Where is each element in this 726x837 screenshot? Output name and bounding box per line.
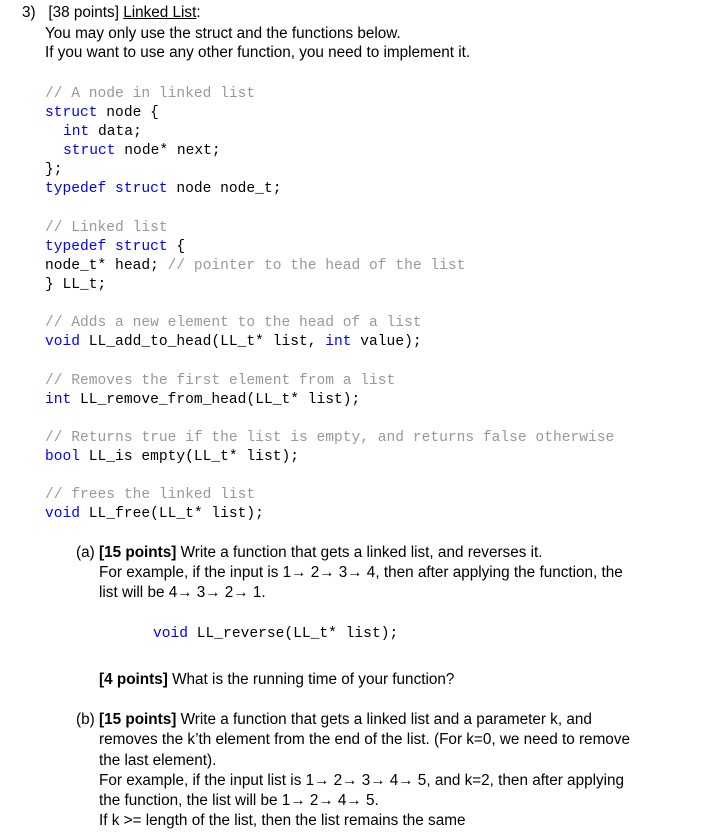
code-comment-empty: // Returns true if the list is empty, an… bbox=[45, 430, 615, 446]
part-b-line-6: If k >= length of the list, then the lis… bbox=[99, 812, 466, 829]
part-a-followup: [4 points] What is the running time of y… bbox=[99, 671, 454, 689]
code-text: { bbox=[167, 239, 186, 255]
code-keyword: struct bbox=[63, 143, 116, 159]
code-text: value); bbox=[351, 334, 422, 350]
code-keyword: typedef struct bbox=[45, 239, 168, 255]
code-text: node node_t; bbox=[167, 181, 282, 197]
question-number: 3) bbox=[22, 4, 36, 21]
question-header: 3) [38 points] Linked List: bbox=[22, 4, 201, 22]
part-a-example-1: For example, if the input is 1→ 2→ 3→ 4,… bbox=[99, 564, 623, 581]
code-comment: // pointer to the head of the list bbox=[167, 258, 466, 274]
part-b-line-1: [15 points] Write a function that gets a… bbox=[99, 711, 592, 729]
code-keyword: int bbox=[45, 392, 72, 408]
code-text: node_t* head; bbox=[45, 258, 168, 274]
code-comment-free: // frees the linked list bbox=[45, 487, 256, 503]
intro-line-1: You may only use the struct and the func… bbox=[45, 25, 401, 42]
code-typedef-ll: typedef struct { bbox=[45, 239, 185, 255]
code-sig-remove: int LL_remove_from_head(LL_t* list); bbox=[45, 392, 360, 408]
intro-line-2: If you want to use any other function, y… bbox=[45, 44, 471, 61]
code-comment-ll: // Linked list bbox=[45, 220, 168, 236]
code-comment-add: // Adds a new element to the head of a l… bbox=[45, 315, 422, 331]
code-ll-close: } LL_t; bbox=[45, 277, 107, 293]
code-typedef-node: typedef struct node node_t; bbox=[45, 181, 281, 197]
code-keyword: void bbox=[153, 626, 189, 642]
part-b-line-3: the last element). bbox=[99, 752, 217, 769]
code-sig-empty: bool LL_is empty(LL_t* list); bbox=[45, 449, 299, 465]
code-sig-add: void LL_add_to_head(LL_t* list, int valu… bbox=[45, 334, 422, 350]
code-keyword: int bbox=[63, 124, 90, 140]
part-b-points: [15 points] bbox=[99, 711, 177, 728]
part-a-text: Write a function that gets a linked list… bbox=[176, 544, 543, 561]
code-text: LL_free(LL_t* list); bbox=[80, 506, 264, 522]
part-a-followup-text: What is the running time of your functio… bbox=[167, 671, 455, 688]
code-keyword: int bbox=[325, 334, 352, 350]
part-a-followup-points: [4 points] bbox=[99, 671, 168, 688]
code-keyword: typedef struct bbox=[45, 181, 168, 197]
part-a-signature: void LL_reverse(LL_t* list); bbox=[153, 626, 398, 642]
part-b-line-2: removes the k’th element from the end of… bbox=[99, 731, 630, 748]
code-text: data; bbox=[89, 124, 142, 140]
code-head-field: node_t* head; // pointer to the head of … bbox=[45, 258, 465, 274]
question-title: Linked List bbox=[123, 4, 197, 21]
code-comment-remove: // Removes the first element from a list bbox=[45, 373, 396, 389]
code-text: LL_reverse(LL_t* list); bbox=[188, 626, 399, 642]
code-field-next: struct node* next; bbox=[63, 143, 221, 159]
part-b-line-4: For example, if the input list is 1→ 2→ … bbox=[99, 772, 625, 789]
code-keyword: struct bbox=[45, 105, 98, 121]
code-keyword: bool bbox=[45, 449, 81, 465]
question-title-suffix: : bbox=[196, 4, 201, 21]
part-a-label: (a) bbox=[76, 544, 95, 561]
question-points: [38 points] bbox=[48, 4, 119, 21]
code-keyword: void bbox=[45, 506, 81, 522]
part-b-label: (b) bbox=[76, 711, 95, 728]
code-keyword: void bbox=[45, 334, 81, 350]
code-text: node* next; bbox=[115, 143, 221, 159]
code-text: LL_add_to_head(LL_t* list, bbox=[80, 334, 326, 350]
code-text: LL_remove_from_head(LL_t* list); bbox=[71, 392, 361, 408]
code-text: node { bbox=[97, 105, 159, 121]
part-a-points: [15 points] bbox=[99, 544, 177, 561]
part-a-example-2: list will be 4→ 3→ 2→ 1. bbox=[99, 584, 266, 601]
code-field-data: int data; bbox=[63, 124, 142, 140]
part-b-text: Write a function that gets a linked list… bbox=[176, 711, 592, 728]
code-struct-node: struct node { bbox=[45, 105, 159, 121]
code-comment-node: // A node in linked list bbox=[45, 86, 256, 102]
code-struct-close: }; bbox=[45, 162, 63, 178]
part-a-line-1: [15 points] Write a function that gets a… bbox=[99, 544, 543, 562]
part-b-line-5: the function, the list will be 1→ 2→ 4→ … bbox=[99, 792, 379, 809]
code-text: LL_is empty(LL_t* list); bbox=[80, 449, 299, 465]
code-sig-free: void LL_free(LL_t* list); bbox=[45, 506, 264, 522]
